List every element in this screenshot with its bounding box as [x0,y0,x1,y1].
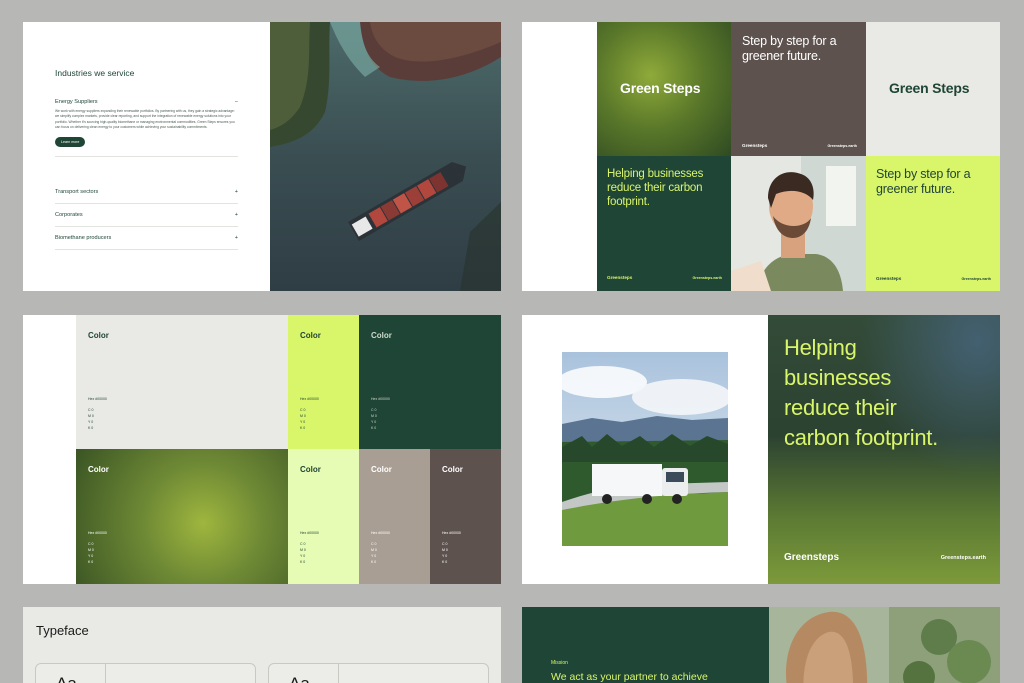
typeface-title: Typeface [36,623,89,638]
accordion-label: Biomethane producers [55,234,112,241]
expand-icon[interactable]: + [235,189,238,195]
swatch-cmyk: C 0M 0Y 0K 0 [88,408,94,430]
help-copy: Helping businesses reduce their carbon f… [607,168,704,208]
accordion-item-energy-suppliers[interactable]: Energy Suppliers − We work with energy s… [55,95,238,158]
help-panel: Helping businesses reduce their carbon f… [768,315,1000,584]
typeface-sample: Aa [56,674,77,683]
swatch-hex: Hex #00000 [300,397,319,401]
mission-label: Mission [551,660,568,666]
tagline-text: Step by step for a greener future. [876,167,971,196]
tile-brand-gray: Green Steps [866,22,1000,156]
swatch-blur-green: Color Hex #00000 C 0M 0Y 0K 0 [76,449,288,584]
brand-title: Green Steps [620,80,701,96]
tagline-text: Step by step for a greener future. [742,34,837,63]
swatch-cmyk: C 0M 0Y 0K 0 [442,542,448,564]
swatch-dark-green: Color Hex #00000 C 0M 0Y 0K 0 [359,315,501,449]
swatch-fill [288,449,359,584]
typeface-sample-box: Aa [269,664,339,683]
learn-more-button[interactable]: Learn more [55,137,86,148]
brand-url: Greensteps.earth [940,555,986,561]
swatch-pale-lime: Color Hex #00000 C 0M 0Y 0K 0 [288,449,359,584]
typeface-card-primary: Aa [35,663,256,683]
slide-helping-businesses[interactable]: Helping businesses reduce their carbon f… [522,315,1000,584]
swatch-label: Color [371,331,392,340]
woman-photo [769,607,1000,683]
accordion-label: Energy Suppliers [55,99,98,105]
swatch-cmyk: C 0M 0Y 0K 0 [371,542,377,564]
cargo-ship-photo [270,22,501,291]
swatch-fill [359,449,430,584]
brand-small: Greensteps [876,276,902,281]
typeface-sample-box: Aa [36,664,106,683]
swatch-cmyk: C 0M 0Y 0K 0 [300,408,306,430]
accordion-label: Corporates [55,211,83,218]
swatch-hex: Hex #00000 [300,531,319,535]
accordion-item-corporates[interactable]: Corporates + [55,203,238,227]
swatch-lime: Color Hex #00000 C 0M 0Y 0K 0 [288,315,359,449]
typeface-sample: Aa [289,674,310,683]
man-photo [731,156,866,291]
expand-icon[interactable]: + [235,212,238,218]
swatch-label: Color [88,465,109,474]
brand-wordmark: Greensteps [784,552,840,563]
tile-tagline-lime: Step by step for a greener future. Green… [866,156,1000,291]
swatch-hex: Hex #00000 [371,397,390,401]
slide-brand-tiles[interactable]: Green Steps Step by step for a greener f… [522,22,1000,291]
swatch-hex: Hex #00000 [88,531,107,535]
swatch-fill [288,315,359,449]
swatch-hex: Hex #00000 [442,531,461,535]
brand-title: Green Steps [889,80,970,96]
swatch-fill [430,449,501,584]
swatch-cmyk: C 0M 0Y 0K 0 [300,542,306,564]
slide-industries[interactable]: Industries we service Energy Suppliers −… [23,22,501,291]
swatch-label: Color [300,331,321,340]
brand-small: Greensteps [742,143,768,148]
swatch-light-gray: Color Hex #00000 C 0M 0Y 0K 0 [76,315,288,449]
tile-help-green: Helping businesses reduce their carbon f… [597,156,731,291]
swatch-cmyk: C 0M 0Y 0K 0 [88,542,94,564]
swatch-hex: Hex #00000 [88,397,107,401]
accordion-body: We work with energy suppliers expanding … [55,109,235,129]
industries-panel: Industries we service Energy Suppliers −… [23,22,270,291]
swatch-label: Color [88,331,109,340]
brand-url: Greensteps.earth [827,144,857,148]
industries-title: Industries we service [55,68,135,78]
typeface-card-secondary: Aa [268,663,489,683]
accordion-label: Transport sectors [55,188,99,195]
brand-url: Greensteps.earth [961,277,991,281]
swatch-label: Color [300,465,321,474]
swatch-taupe: Color Hex #00000 C 0M 0Y 0K 0 [430,449,501,584]
truck-photo [562,352,728,546]
collapse-icon[interactable]: − [235,99,238,105]
accordion-item-biomethane[interactable]: Biomethane producers + [55,226,238,250]
swatch-label: Color [442,465,463,474]
brand-small: Greensteps [607,275,633,280]
brand-url: Greensteps.earth [692,276,722,280]
swatch-hex: Hex #00000 [371,531,390,535]
tile-brand-blur: Green Steps [597,22,731,156]
expand-icon[interactable]: + [235,235,238,241]
swatch-beige: Color Hex #00000 C 0M 0Y 0K 0 [359,449,430,584]
help-headline: Helping businesses reduce their carbon f… [784,335,938,450]
swatch-label: Color [371,465,392,474]
accordion-item-transport[interactable]: Transport sectors + [55,180,238,204]
tile-tagline-taupe: Step by step for a greener future. Green… [731,22,866,156]
slide-typeface[interactable]: Typeface Aa Aa [23,607,501,683]
slide-mission[interactable]: Mission We act as your partner to achiev… [522,607,1000,683]
slide-color-palette[interactable]: Color Hex #00000 C 0M 0Y 0K 0 Color Hex … [23,315,501,584]
mission-text: We act as your partner to achieve [551,671,708,683]
swatch-cmyk: C 0M 0Y 0K 0 [371,408,377,430]
accordion-header[interactable]: Energy Suppliers − [55,95,238,109]
